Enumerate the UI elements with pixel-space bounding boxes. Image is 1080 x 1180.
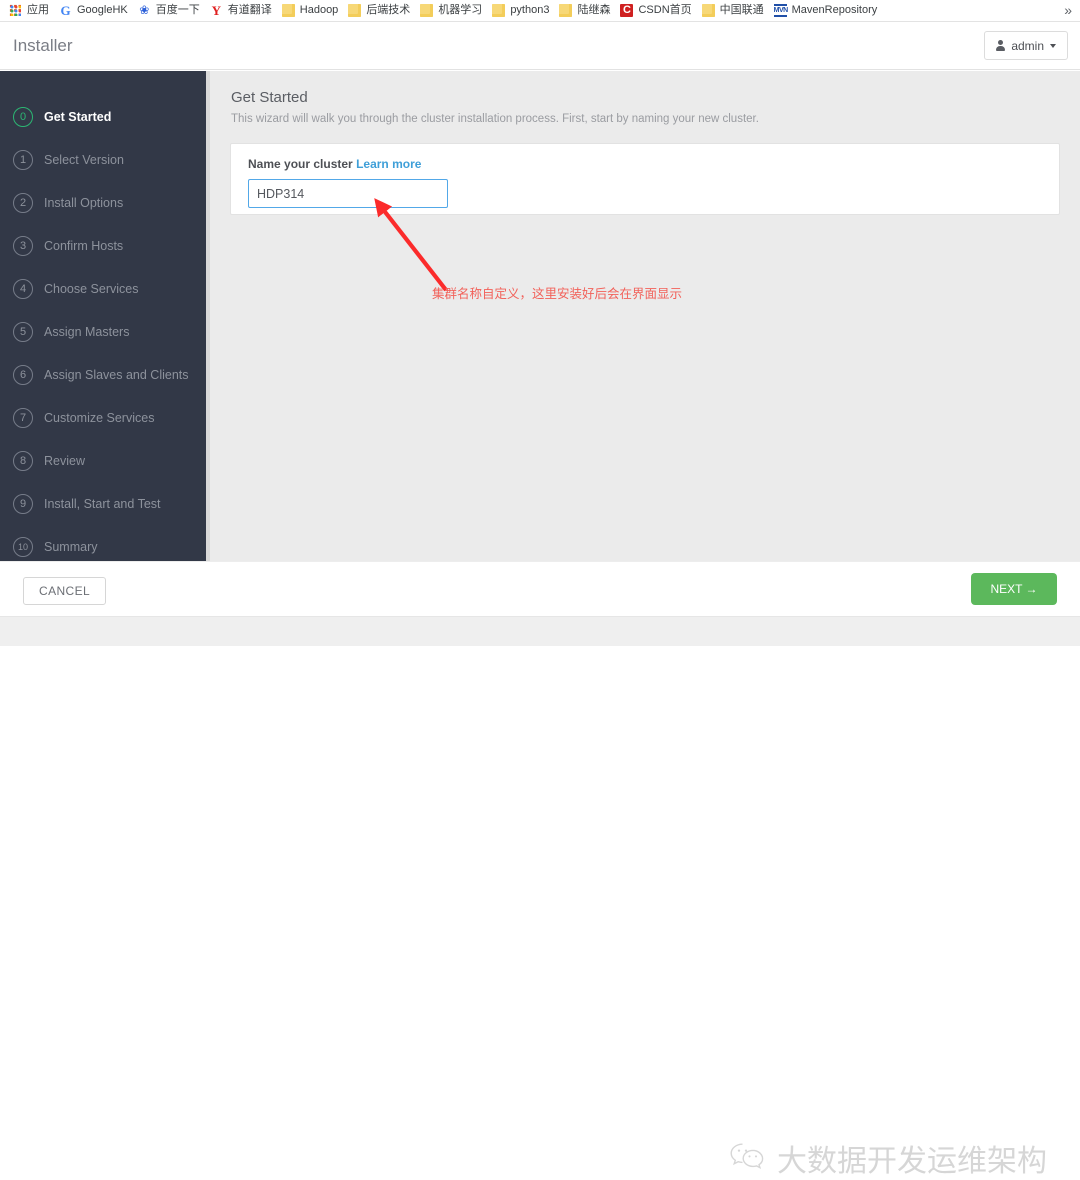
user-menu-button[interactable]: admin — [984, 31, 1068, 60]
bookmark-item[interactable]: 机器学习 — [417, 2, 488, 20]
content-heading: Get Started — [231, 89, 308, 106]
user-avatar-icon — [996, 40, 1006, 51]
bookmark-label: GoogleHK — [77, 4, 128, 16]
name-cluster-panel: Name your cluster Learn more — [230, 143, 1060, 215]
next-button[interactable]: NEXT → — [971, 573, 1057, 605]
cluster-name-label: Name your cluster — [248, 157, 353, 171]
folder-icon — [348, 4, 362, 17]
content-subheading: This wizard will walk you through the cl… — [231, 113, 759, 125]
sidebar-item-label: Confirm Hosts — [44, 238, 124, 253]
folder-icon — [281, 4, 295, 17]
bookmark-item[interactable]: 陆继森 — [556, 2, 616, 20]
youdao-icon: Y — [211, 3, 221, 18]
bookmark-label: 应用 — [27, 4, 49, 16]
folder-icon — [559, 4, 573, 17]
folder-icon — [701, 4, 715, 17]
apps-grid-icon — [9, 4, 22, 17]
step-number-badge: 5 — [13, 321, 33, 342]
sidebar-item-install-options[interactable]: 2 Install Options — [0, 181, 210, 224]
wechat-watermark: 大数据开发运维架构 — [728, 1136, 1047, 1180]
sidebar-item-label: Review — [44, 453, 85, 468]
step-number-badge: 1 — [13, 149, 33, 170]
bookmark-item[interactable]: Hadoop — [279, 2, 345, 20]
bookmark-item[interactable]: Y 有道翻译 — [207, 2, 278, 20]
wizard-footer: CANCEL NEXT → 大数据开发运维架构 — [0, 561, 1080, 1179]
sidebar-item-select-version[interactable]: 1 Select Version — [0, 138, 210, 181]
step-number-badge: 3 — [13, 235, 33, 256]
bookmark-label: 中国联通 — [719, 4, 764, 16]
sidebar-item-assign-masters[interactable]: 5 Assign Masters — [0, 310, 210, 353]
bookmark-item[interactable]: python3 — [489, 2, 555, 20]
sidebar-item-label: Assign Slaves and Clients — [44, 367, 189, 382]
wizard-sidebar: 0 Get Started 1 Select Version 2 Install Opti… — [0, 71, 210, 561]
sidebar-item-confirm-hosts[interactable]: 3 Confirm Hosts — [0, 224, 210, 267]
browser-bottom-strip — [0, 616, 1080, 646]
google-icon: G — [60, 3, 71, 18]
chevron-down-icon — [1050, 43, 1056, 48]
app-header: Installer admin — [0, 22, 1080, 70]
bookmark-label: 百度一下 — [155, 4, 200, 16]
browser-bookmark-bar: 应用 G GoogleHK ❀ 百度一下 Y 有道翻译 Hadoop 后端技术 机器学习 pytho… — [0, 0, 1080, 22]
watermark-text: 大数据开发运维架构 — [777, 1144, 1047, 1179]
sidebar-item-label: Get Started — [44, 109, 112, 124]
step-number-badge: 7 — [13, 407, 33, 428]
sidebar-item-label: Select Version — [44, 152, 124, 167]
cluster-label-row: Name your cluster Learn more — [248, 157, 1042, 171]
sidebar-item-choose-services[interactable]: 4 Choose Services — [0, 267, 210, 310]
step-number-badge: 9 — [13, 493, 33, 514]
sidebar-item-review[interactable]: 8 Review — [0, 439, 210, 482]
sidebar-item-label: Assign Masters — [44, 324, 130, 339]
step-number-badge: 4 — [13, 278, 33, 299]
sidebar-item-label: Summary — [44, 539, 98, 554]
bookmark-label: Hadoop — [299, 4, 339, 16]
bookmark-label: 有道翻译 — [227, 4, 272, 16]
bookmark-label: MavenRepository — [791, 4, 878, 16]
bookmark-label: 陆继森 — [577, 4, 611, 16]
main-content: Get Started This wizard will walk you th… — [210, 71, 1080, 561]
annotation-text: 集群名称自定义，这里安装好后会在界面显示 — [432, 287, 683, 301]
sidebar-item-label: Customize Services — [44, 410, 155, 425]
wizard-step-list: 0 Get Started 1 Select Version 2 Install Opti… — [0, 95, 210, 568]
sidebar-item-customize-services[interactable]: 7 Customize Services — [0, 396, 210, 439]
maven-icon: MVN — [773, 4, 788, 17]
wechat-icon — [728, 1140, 768, 1176]
cluster-name-input[interactable] — [248, 179, 448, 208]
bookmark-item[interactable]: G GoogleHK — [56, 2, 134, 20]
sidebar-item-label: Choose Services — [44, 281, 139, 296]
learn-more-link[interactable]: Learn more — [356, 157, 421, 171]
sidebar-item-install-start-and-test[interactable]: 9 Install, Start and Test — [0, 482, 210, 525]
bookmark-item[interactable]: 中国联通 — [699, 2, 770, 20]
bookmark-item[interactable]: ❀ 百度一下 — [135, 2, 206, 20]
sidebar-item-label: Install, Start and Test — [44, 496, 161, 511]
bookmark-label: 机器学习 — [438, 4, 483, 16]
bookmark-item[interactable]: 应用 — [6, 2, 55, 20]
bookmark-list: 应用 G GoogleHK ❀ 百度一下 Y 有道翻译 Hadoop 后端技术 机器学习 pytho… — [6, 2, 884, 20]
bookmark-label: CSDN首页 — [638, 4, 692, 16]
bookmark-label: python3 — [510, 4, 550, 16]
user-menu-label: admin — [1011, 38, 1044, 53]
step-number-badge: 8 — [13, 450, 33, 471]
page-title: Installer — [13, 36, 73, 55]
cancel-button[interactable]: CANCEL — [23, 577, 107, 605]
bookmark-item[interactable]: 后端技术 — [345, 2, 416, 20]
sidebar-item-label: Install Options — [44, 195, 124, 210]
bookmark-item[interactable]: C CSDN首页 — [617, 2, 697, 20]
bookmark-item[interactable]: MVN MavenRepository — [771, 2, 884, 20]
bookmark-overflow-chevron-icon[interactable]: » — [1064, 3, 1072, 18]
folder-icon — [492, 4, 506, 17]
step-number-badge: 2 — [13, 192, 33, 213]
step-number-badge: 10 — [13, 536, 33, 557]
folder-icon — [420, 4, 434, 17]
baidu-icon: ❀ — [139, 3, 150, 17]
sidebar-item-get-started[interactable]: 0 Get Started — [0, 95, 210, 138]
bookmark-label: 后端技术 — [366, 4, 411, 16]
step-number-badge: 0 — [13, 106, 33, 127]
sidebar-item-assign-slaves-and-clients[interactable]: 6 Assign Slaves and Clients — [0, 353, 210, 396]
step-number-badge: 6 — [13, 364, 33, 385]
csdn-icon: C — [620, 4, 634, 17]
